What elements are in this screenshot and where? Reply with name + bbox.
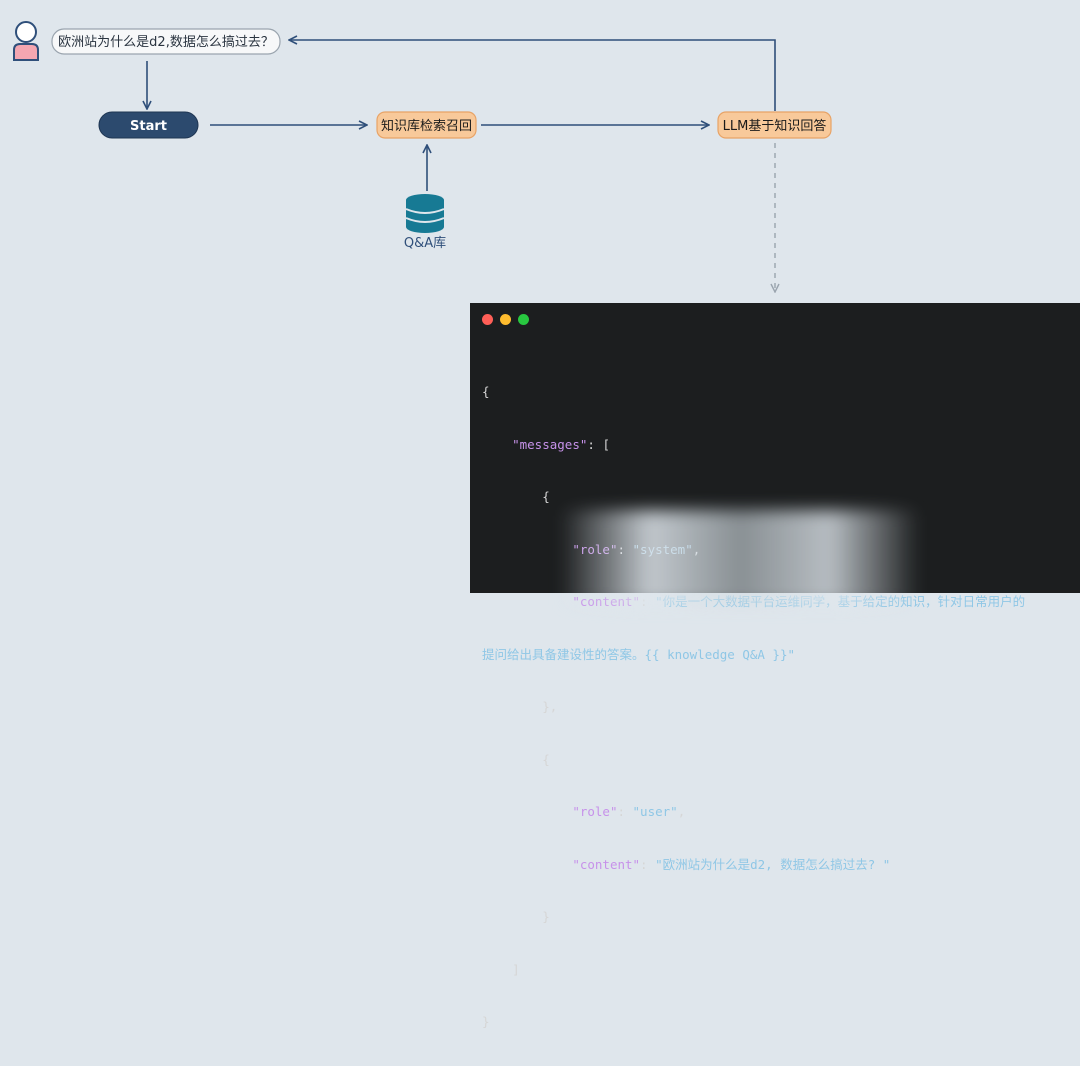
- code-token: ]: [512, 961, 520, 977]
- maximize-dot-icon: [518, 314, 529, 325]
- question-text: 欧洲站为什么是d2,数据怎么搞过去？: [58, 34, 274, 50]
- retrieve-node: 知识库检索召回: [376, 111, 477, 139]
- code-line: "messages": [: [482, 436, 1066, 454]
- code-line: }: [482, 908, 1066, 926]
- code-line: "role": "user",: [482, 803, 1066, 821]
- code-token: :: [640, 856, 656, 872]
- code-token: "user": [632, 804, 678, 819]
- code-token: ,: [677, 804, 686, 819]
- code-token: },: [542, 699, 558, 714]
- kb-label: Q&A库: [404, 235, 446, 251]
- database-icon: [405, 194, 445, 233]
- code-token: ,: [692, 541, 701, 557]
- code-token: "content": [572, 594, 641, 609]
- code-line: 提问给出具备建设性的答案。{{ knowledge Q&A }}": [482, 646, 1066, 664]
- code-token: "role": [572, 541, 618, 557]
- code-token: }: [482, 1014, 490, 1029]
- code-token: "messages": [512, 436, 588, 452]
- question-bubble: 欧洲站为什么是d2,数据怎么搞过去？: [51, 28, 281, 55]
- close-dot-icon: [482, 314, 493, 325]
- code-token: 提问给出具备建设性的答案。{{ knowledge Q&A }}": [482, 646, 796, 662]
- code-line: "role": "system",: [482, 541, 1066, 559]
- arrow-llm-to-question: [289, 40, 776, 111]
- code-token: "system": [632, 541, 693, 557]
- start-label: Start: [130, 119, 167, 134]
- code-token: }: [542, 909, 550, 924]
- code-token: :: [617, 804, 633, 819]
- code-line: "content": "你是一个大数据平台运维同学，基于给定的知识，针对日常用户…: [482, 593, 1066, 611]
- llm-label: LLM基于知识回答: [723, 118, 827, 134]
- code-line: }: [482, 1013, 1066, 1031]
- code-body: { "messages": [ { "role": "system", "con…: [482, 348, 1066, 1066]
- window-controls: [482, 314, 529, 325]
- code-token: {: [542, 489, 550, 504]
- code-token: {: [482, 384, 490, 399]
- code-token: "content": [572, 856, 641, 872]
- code-token: "欧洲站为什么是d2, 数据怎么搞过去? ": [655, 856, 891, 872]
- code-line: ]: [482, 961, 1066, 979]
- code-line: "content": "欧洲站为什么是d2, 数据怎么搞过去? ": [482, 856, 1066, 874]
- code-token: [: [602, 436, 610, 452]
- code-token: :: [587, 436, 603, 452]
- retrieve-label: 知识库检索召回: [381, 118, 472, 134]
- llm-node: LLM基于知识回答: [717, 111, 832, 139]
- code-token: :: [617, 541, 633, 557]
- code-token: "你是一个大数据平台运维同学，基于给定的知识，针对日常用户的: [655, 594, 1026, 609]
- start-node: Start: [98, 111, 199, 139]
- code-token: {: [542, 751, 550, 767]
- code-line: {: [482, 751, 1066, 769]
- code-window: { "messages": [ { "role": "system", "con…: [470, 303, 1080, 1029]
- minimize-dot-icon: [500, 314, 511, 325]
- code-line: {: [482, 488, 1066, 506]
- code-token: "role": [572, 804, 618, 819]
- code-token: :: [640, 594, 656, 609]
- user-icon: [13, 21, 39, 61]
- code-line: {: [482, 383, 1066, 401]
- code-line: },: [482, 698, 1066, 716]
